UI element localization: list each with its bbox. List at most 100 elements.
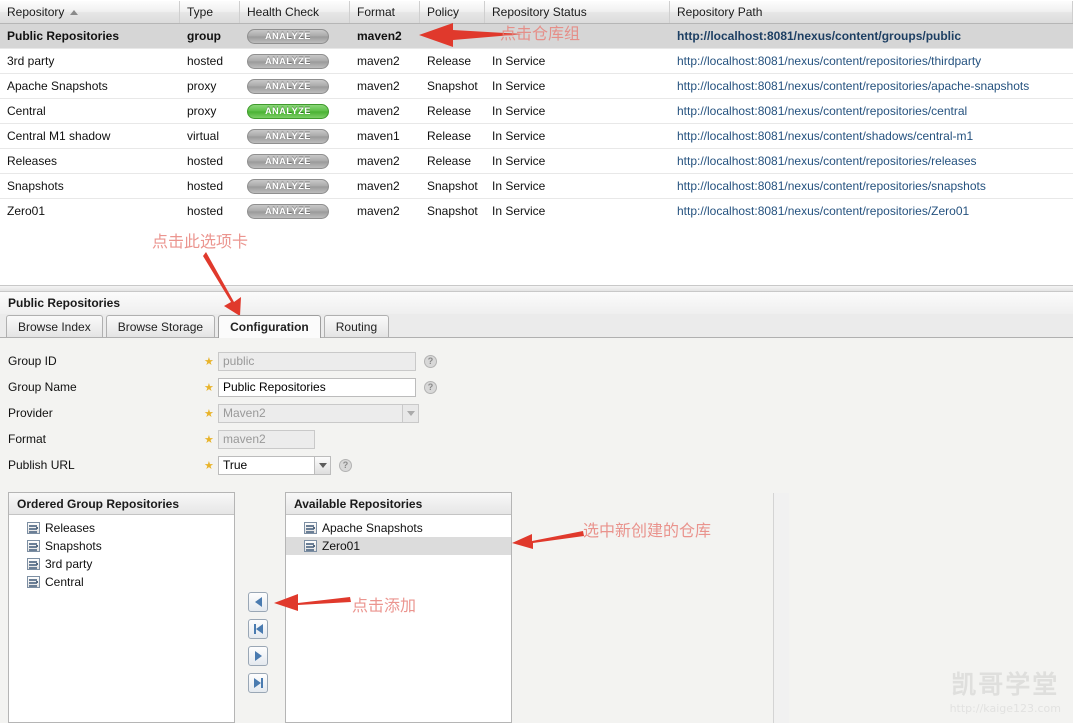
cell-health-check: ANALYZE bbox=[240, 149, 350, 173]
analyze-button[interactable]: ANALYZE bbox=[247, 78, 329, 94]
group-id-help-icon[interactable]: ? bbox=[424, 354, 437, 368]
cell-repository: Public Repositories bbox=[7, 29, 120, 43]
cell-policy: Release bbox=[427, 129, 472, 143]
required-star-icon: ★ bbox=[204, 433, 214, 446]
table-row[interactable]: Snapshots hosted ANALYZE maven2 Snapshot In S… bbox=[0, 174, 1073, 199]
repository-icon bbox=[27, 558, 40, 570]
list-item[interactable]: Apache Snapshots bbox=[286, 519, 511, 537]
ordered-list-title: Ordered Group Repositories bbox=[9, 493, 234, 515]
tab-browse-index[interactable]: Browse Index bbox=[6, 315, 103, 337]
publish-url-select[interactable]: True bbox=[218, 455, 331, 475]
tab-routing[interactable]: Routing bbox=[323, 315, 390, 337]
group-id-input[interactable]: public bbox=[218, 351, 416, 371]
table-row[interactable]: 3rd party hosted ANALYZE maven2 Release In Se… bbox=[0, 49, 1073, 74]
cell-repository-path[interactable]: http://localhost:8081/nexus/content/repo… bbox=[670, 99, 1073, 123]
provider-select-value: Maven2 bbox=[218, 403, 403, 423]
cell-repository-path[interactable]: http://localhost:8081/nexus/content/repo… bbox=[670, 49, 1073, 73]
available-list-scrollbar[interactable] bbox=[773, 493, 789, 723]
group-name-help-icon[interactable]: ? bbox=[424, 380, 437, 394]
cell-repository: Snapshots bbox=[7, 179, 64, 193]
table-row[interactable]: Zero01 hosted ANALYZE maven2 Snapshot In Serv… bbox=[0, 199, 1073, 224]
publish-url-help-icon[interactable]: ? bbox=[339, 458, 352, 472]
list-item[interactable]: Zero01 bbox=[286, 537, 511, 555]
column-header-type[interactable]: Type bbox=[180, 1, 240, 23]
chevron-down-icon[interactable] bbox=[402, 403, 419, 423]
analyze-button[interactable]: ANALYZE bbox=[247, 203, 329, 219]
cell-health-check: ANALYZE bbox=[240, 124, 350, 148]
cell-health-check: ANALYZE bbox=[240, 24, 350, 48]
column-header-health-check[interactable]: Health Check bbox=[240, 1, 350, 23]
available-item-label: Zero01 bbox=[322, 539, 361, 553]
form-row-group-name: Group Name ★ Public Repositories ? bbox=[8, 374, 1073, 400]
cell-repository-path[interactable]: http://localhost:8081/nexus/content/repo… bbox=[670, 149, 1073, 173]
tab-browse-storage[interactable]: Browse Storage bbox=[105, 315, 216, 337]
ordered-group-repositories-panel: Ordered Group Repositories Releases Snaps… bbox=[8, 492, 235, 723]
cell-type: proxy bbox=[187, 104, 217, 118]
cell-policy: Snapshot bbox=[427, 204, 478, 218]
format-label: Format bbox=[8, 432, 47, 446]
format-input[interactable]: maven2 bbox=[218, 429, 315, 449]
cell-policy: Snapshot bbox=[427, 79, 478, 93]
analyze-button[interactable]: ANALYZE bbox=[247, 128, 329, 144]
list-item[interactable]: 3rd party bbox=[9, 555, 234, 573]
table-row[interactable]: Central proxy ANALYZE maven2 Release In Servi… bbox=[0, 99, 1073, 124]
form-row-group-id: Group ID ★ public ? bbox=[8, 348, 1073, 374]
repository-icon bbox=[304, 522, 317, 534]
remove-selected-button[interactable] bbox=[248, 646, 268, 666]
form-row-provider: Provider ★ Maven2 bbox=[8, 400, 1073, 426]
tab-configuration[interactable]: Configuration bbox=[218, 315, 321, 338]
cell-health-check: ANALYZE bbox=[240, 99, 350, 123]
repository-icon bbox=[27, 576, 40, 588]
cell-type: group bbox=[187, 29, 221, 43]
cell-type: hosted bbox=[187, 54, 224, 68]
list-item[interactable]: Releases bbox=[9, 519, 234, 537]
column-header-repository-path[interactable]: Repository Path bbox=[670, 1, 1073, 23]
group-name-input[interactable]: Public Repositories bbox=[218, 377, 416, 397]
cell-format: maven2 bbox=[357, 154, 400, 168]
list-item[interactable]: Central bbox=[9, 573, 234, 591]
analyze-button[interactable]: ANALYZE bbox=[247, 153, 329, 169]
cell-type: hosted bbox=[187, 179, 224, 193]
column-header-format[interactable]: Format bbox=[350, 1, 420, 23]
cell-repository-path[interactable]: http://localhost:8081/nexus/content/repo… bbox=[670, 174, 1073, 198]
transfer-button-group bbox=[248, 592, 268, 693]
publish-url-label: Publish URL bbox=[8, 458, 75, 472]
cell-repository: Central M1 shadow bbox=[7, 129, 111, 143]
cell-health-check: ANALYZE bbox=[240, 199, 350, 223]
analyze-button[interactable]: ANALYZE bbox=[247, 28, 329, 44]
provider-select[interactable]: Maven2 bbox=[218, 403, 419, 423]
cell-type: virtual bbox=[187, 129, 220, 143]
sort-ascending-icon bbox=[70, 9, 79, 15]
provider-label: Provider bbox=[8, 406, 53, 420]
repository-icon bbox=[27, 522, 40, 534]
cell-repository-path[interactable]: http://localhost:8081/nexus/content/grou… bbox=[670, 24, 1073, 48]
ordered-item-label: Releases bbox=[45, 521, 96, 535]
analyze-button[interactable]: ANALYZE bbox=[247, 178, 329, 194]
cell-repository-status: In Service bbox=[492, 54, 546, 68]
available-item-label: Apache Snapshots bbox=[322, 521, 423, 535]
cell-repository-path[interactable]: http://localhost:8081/nexus/content/repo… bbox=[670, 74, 1073, 98]
form-row-format: Format ★ maven2 bbox=[8, 426, 1073, 452]
cell-repository-status: In Service bbox=[492, 79, 546, 93]
column-header-repository[interactable]: Repository bbox=[0, 1, 180, 23]
cell-repository: Central bbox=[7, 104, 46, 118]
cell-repository: 3rd party bbox=[7, 54, 55, 68]
analyze-button[interactable]: ANALYZE bbox=[247, 53, 329, 69]
cell-repository-status: In Service bbox=[492, 179, 546, 193]
table-row[interactable]: Central M1 shadow virtual ANALYZE maven1 Rel… bbox=[0, 124, 1073, 149]
cell-repository: Apache Snapshots bbox=[7, 79, 108, 93]
analyze-button[interactable]: ANALYZE bbox=[247, 103, 329, 119]
cell-repository-path[interactable]: http://localhost:8081/nexus/content/repo… bbox=[670, 199, 1073, 223]
chevron-down-icon[interactable] bbox=[314, 455, 331, 475]
remove-all-button[interactable] bbox=[248, 673, 268, 693]
panel-splitter[interactable] bbox=[0, 285, 1073, 292]
add-selected-button[interactable] bbox=[248, 592, 268, 612]
annotation-select-new-repository: 选中新创建的仓库 bbox=[583, 521, 712, 540]
list-item[interactable]: Snapshots bbox=[9, 537, 234, 555]
cell-format: maven2 bbox=[357, 79, 400, 93]
table-row[interactable]: Releases hosted ANALYZE maven2 Release In Ser… bbox=[0, 149, 1073, 174]
add-all-button[interactable] bbox=[248, 619, 268, 639]
table-row[interactable]: Apache Snapshots proxy ANALYZE maven2 Snapsh… bbox=[0, 74, 1073, 99]
arrow-left-icon bbox=[255, 624, 263, 634]
cell-repository-path[interactable]: http://localhost:8081/nexus/content/shad… bbox=[670, 124, 1073, 148]
